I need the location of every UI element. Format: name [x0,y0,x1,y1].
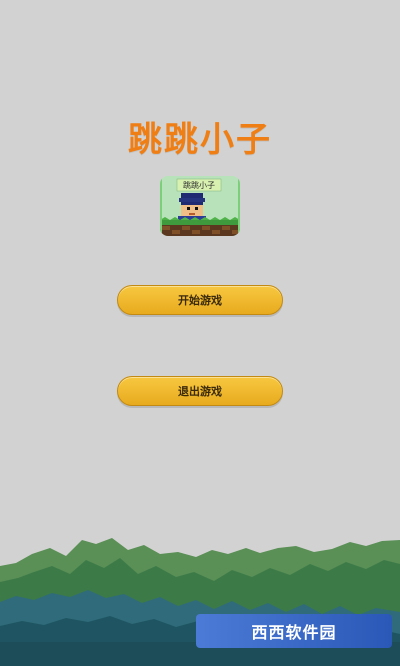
game-menu-screen: 跳跳小子 跳跳小子 开始游戏 退出游戏 西西软件园 [0,0,400,666]
game-logo-art: 跳跳小子 [160,176,240,236]
game-logo-icon: 跳跳小子 [160,176,240,236]
game-logo-label: 跳跳小子 [183,180,215,190]
start-game-button[interactable]: 开始游戏 [117,285,283,315]
exit-game-button[interactable]: 退出游戏 [117,376,283,406]
site-watermark-text: 西西软件园 [251,623,337,642]
game-title: 跳跳小子 [128,120,272,160]
site-watermark: 西西软件园 [196,614,392,648]
